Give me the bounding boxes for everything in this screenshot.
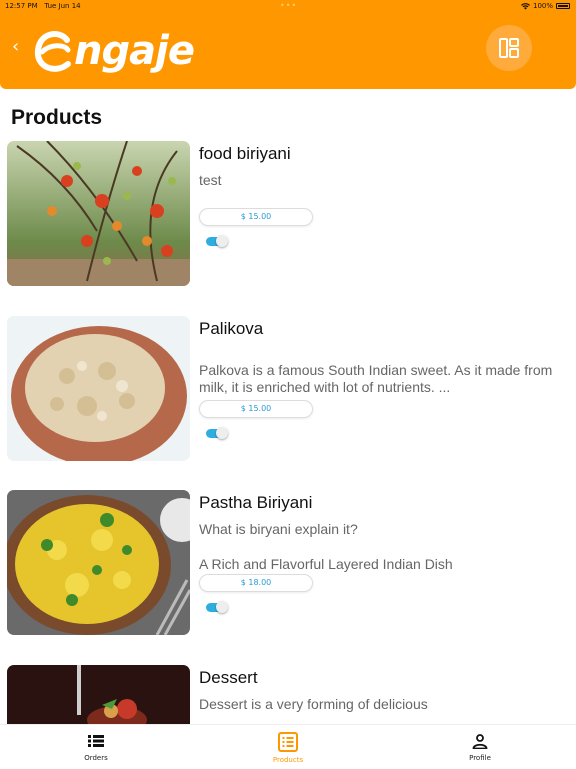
- toggle-knob: [216, 235, 228, 247]
- tab-profile[interactable]: Profile: [420, 725, 540, 769]
- product-card[interactable]: Dessert Dessert is a very forming of del…: [0, 665, 576, 724]
- product-image: [7, 490, 190, 635]
- product-description: What is biryani explain it?: [199, 521, 358, 537]
- app-header: ‹ ngaje: [0, 12, 576, 89]
- product-card[interactable]: food biriyani test $ 15.00: [0, 141, 576, 291]
- layout-toggle-button[interactable]: [486, 25, 532, 71]
- availability-toggle[interactable]: [206, 601, 228, 613]
- product-image: [7, 141, 190, 286]
- product-name: food biriyani: [199, 144, 291, 163]
- bottom-tab-bar: Orders Products Profile: [0, 724, 576, 768]
- logo-text: ngaje: [74, 28, 195, 74]
- product-card[interactable]: Pastha Biriyani What is biryani explain …: [0, 490, 576, 640]
- product-card[interactable]: Palikova Palkova is a famous South India…: [0, 316, 576, 466]
- battery-icon: [556, 3, 570, 9]
- product-description-extra: A Rich and Flavorful Layered Indian Dish: [199, 556, 453, 572]
- availability-toggle[interactable]: [206, 427, 228, 439]
- person-icon: [472, 734, 488, 749]
- status-right: 100%: [520, 2, 570, 10]
- engaje-logo: ngaje: [34, 21, 195, 81]
- product-name: Palikova: [199, 319, 264, 338]
- product-image: [7, 316, 190, 461]
- tab-label: Profile: [469, 754, 491, 762]
- status-time: 12:57 PM Tue Jun 14: [5, 2, 81, 10]
- price-badge: $ 18.00: [199, 574, 313, 592]
- products-icon: [278, 732, 298, 752]
- price-badge: $ 15.00: [199, 400, 313, 418]
- battery-label: 100%: [532, 2, 553, 10]
- price-badge: $ 15.00: [199, 208, 313, 226]
- availability-toggle[interactable]: [206, 235, 228, 247]
- product-description-extra: Palkova is a famous South Indian sweet. …: [199, 362, 553, 395]
- multitask-dots-icon: •••: [280, 1, 298, 10]
- tab-orders[interactable]: Orders: [36, 725, 156, 769]
- logo-e-mark: [34, 31, 71, 72]
- product-name: Pastha Biriyani: [199, 493, 313, 512]
- wifi-icon: [520, 2, 530, 10]
- chevron-left-icon[interactable]: ‹: [12, 36, 19, 57]
- toggle-knob: [216, 427, 228, 439]
- tab-products[interactable]: Products: [228, 725, 348, 769]
- tab-label: Products: [272, 756, 304, 764]
- layout-grid-icon: [499, 38, 519, 58]
- product-name: Dessert: [199, 668, 258, 687]
- toggle-knob: [216, 601, 228, 613]
- status-bar: 12:57 PM Tue Jun 14 ••• 100%: [0, 0, 576, 12]
- product-description: Dessert is a very forming of delicious: [199, 696, 428, 712]
- product-description: test: [199, 172, 222, 188]
- tab-label: Orders: [84, 754, 108, 762]
- product-image: [7, 665, 190, 724]
- list-icon: [88, 735, 104, 747]
- page-title: Products: [11, 106, 103, 129]
